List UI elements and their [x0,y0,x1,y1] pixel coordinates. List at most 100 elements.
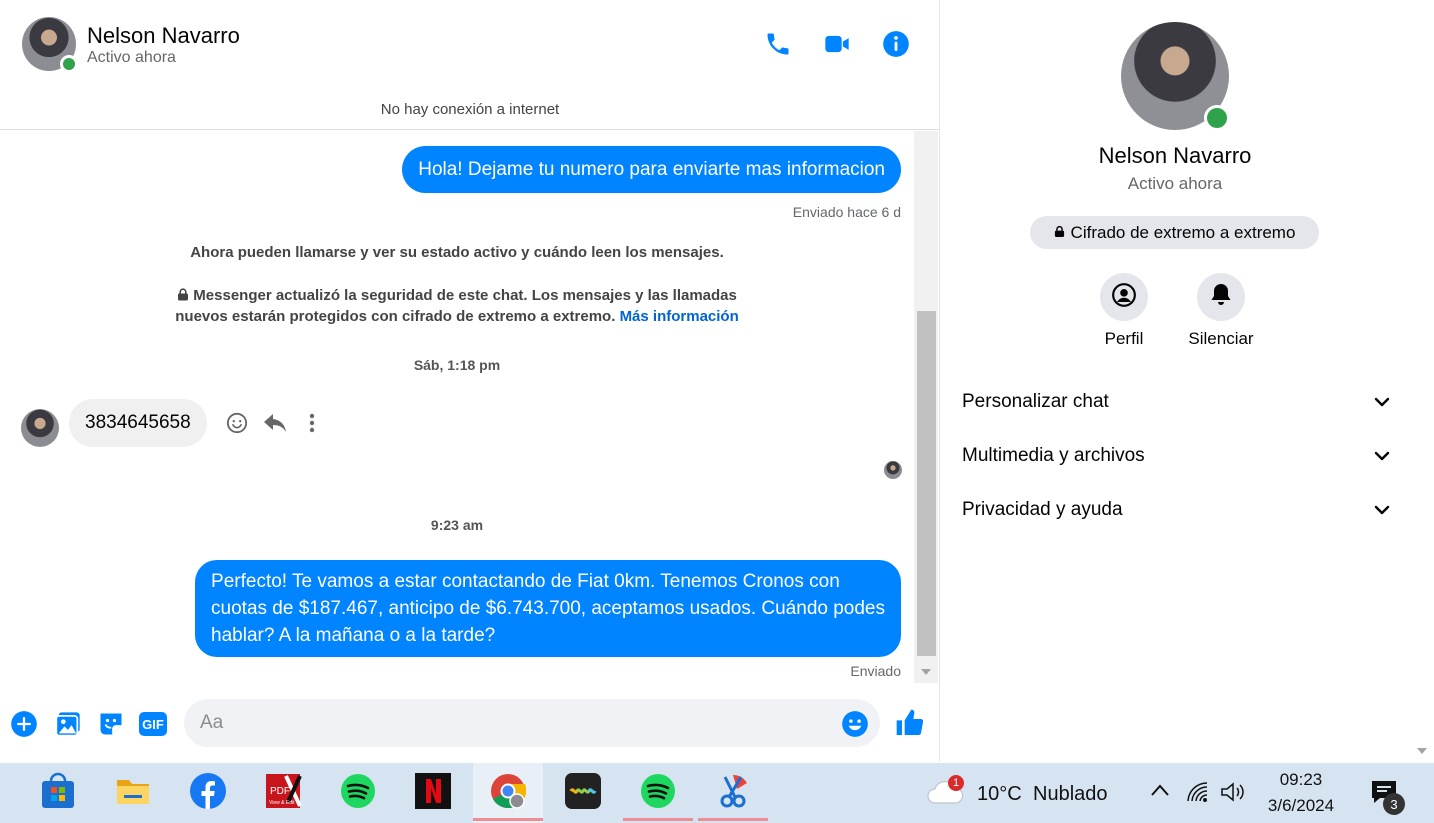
bell-icon [1209,282,1233,313]
chrome-icon [490,773,527,814]
taskbar-netflix[interactable] [398,763,468,823]
taskbar-chrome[interactable] [473,763,543,823]
system-notice-encryption: Messenger actualizó la seguridad de este… [0,285,914,327]
system-notice-text: Messenger actualizó la seguridad de este… [193,287,737,304]
store-icon [39,772,77,815]
taskbar-media-app[interactable] [548,763,618,823]
weather-widget-icon[interactable]: 1 [926,775,966,809]
weather-temp[interactable]: 10°C [977,783,1022,806]
profile-name: Nelson Navarro [1098,143,1252,168]
scroll-down-arrow[interactable] [1417,748,1427,754]
window-scrollbar[interactable] [1409,0,1434,762]
gif-label: GIF [142,717,164,732]
scroll-down-arrow[interactable] [921,669,931,675]
contact-avatar[interactable] [22,17,78,73]
chevron-down-icon [1374,499,1390,521]
spotify-icon [640,773,676,814]
taskbar-spotify[interactable] [323,763,393,823]
section-customize-chat[interactable]: Personalizar chat [962,382,1390,422]
profile-label: Perfil [1104,329,1144,348]
add-icon[interactable] [9,709,39,739]
chevron-down-icon [1374,391,1390,413]
message-line: Perfecto! Te vamos a estar contactando d… [211,571,840,592]
profile-button[interactable] [1100,273,1148,321]
contact-name[interactable]: Nelson Navarro [87,23,240,49]
system-clock[interactable]: 09:23 3/6/2024 [1258,767,1344,819]
cloud-icon [926,780,964,809]
phone-icon[interactable] [762,28,794,60]
section-label: Personalizar chat [962,391,1109,412]
outgoing-message[interactable]: Hola! Dejame tu numero para enviarte mas… [402,146,901,193]
taskbar-file-explorer[interactable] [98,763,168,823]
info-icon[interactable] [880,28,912,60]
encryption-label: Cifrado de extremo a extremo [1070,222,1296,242]
notification-count: 3 [1383,793,1405,815]
section-media-files[interactable]: Multimedia y archivos [962,436,1390,476]
system-notice-text: nuevos estarán protegidos con cifrado de… [175,308,616,325]
active-app-indicator [473,818,543,821]
chevron-up-icon[interactable] [1150,783,1170,802]
gif-icon[interactable]: GIF [138,709,168,739]
section-privacy-help[interactable]: Privacidad y ayuda [962,490,1390,530]
react-emoji-icon[interactable] [225,411,249,435]
video-call-icon[interactable] [821,28,853,60]
more-info-link[interactable]: Más información [620,308,739,325]
message-line: cuotas de $187.467, anticipo de $6.743.7… [211,598,885,619]
lock-icon [177,287,193,304]
timestamp: Sáb, 1:18 pm [413,357,501,373]
taskbar: PDF View & Edit 1 10°C Nublado 09:23 3/6… [0,763,1434,823]
chevron-down-icon [1374,445,1390,467]
clock-time: 09:23 [1279,770,1323,789]
online-indicator [1204,105,1230,131]
profile-avatar[interactable] [1121,22,1230,131]
netflix-icon [415,772,451,814]
mute-label: Silenciar [1188,329,1254,348]
volume-icon[interactable] [1220,781,1246,808]
sender-avatar[interactable] [21,409,59,447]
section-label: Privacidad y ayuda [962,499,1123,520]
sticker-icon[interactable] [96,709,126,739]
facebook-icon [190,772,226,814]
encryption-badge[interactable]: Cifrado de extremo a extremo [1030,216,1319,249]
taskbar-pdf-app[interactable]: PDF View & Edit [248,763,318,823]
incoming-message[interactable]: 3834645658 [69,399,207,447]
folder-icon [115,775,151,812]
message-list: Hola! Dejame tu numero para enviarte mas… [0,131,914,683]
chat-scrollbar[interactable] [914,131,938,683]
mute-button[interactable] [1197,273,1245,321]
notification-center[interactable]: 3 [1370,779,1410,815]
pdf-icon-subtext: View & Edit [269,800,295,806]
section-label: Multimedia y archivos [962,445,1145,466]
emoji-icon[interactable] [840,709,870,739]
contact-status: Activo ahora [87,49,176,66]
more-options-icon[interactable] [300,411,324,435]
weather-desc[interactable]: Nublado [1033,783,1108,806]
scrollbar-thumb[interactable] [917,311,936,656]
lock-icon [1054,223,1065,243]
scissors-icon [715,773,751,814]
taskbar-facebook[interactable] [173,763,243,823]
reply-icon[interactable] [263,411,287,435]
wifi-icon[interactable] [1185,781,1209,808]
message-sent-status: Enviado [850,663,901,679]
waveform-app-icon [565,772,601,814]
open-app-indicator [623,818,693,821]
seen-indicator-avatar [884,461,902,479]
message-sent-status: Enviado hace 6 d [792,204,901,220]
message-input[interactable] [184,699,880,747]
pdf-icon: PDF View & Edit [264,772,302,815]
message-composer: GIF [0,690,940,756]
photo-icon[interactable] [53,709,83,739]
taskbar-snipping-tool[interactable] [698,763,768,823]
timestamp: 9:23 am [430,517,484,533]
connection-notice: No hay conexión a internet [380,101,560,118]
chat-pane: Nelson Navarro Activo ahora No hay conex… [0,0,940,762]
taskbar-store-app[interactable] [23,763,93,823]
outgoing-message[interactable]: Perfecto! Te vamos a estar contactando d… [195,560,901,657]
taskbar-spotify[interactable] [623,763,693,823]
weather-badge: 1 [948,775,964,791]
app-window: Nelson Navarro Activo ahora No hay conex… [0,0,1434,823]
system-notice-activity: Ahora pueden llamarse y ver su estado ac… [190,244,724,261]
like-icon[interactable] [893,706,927,740]
pdf-icon-text: PDF [270,786,290,797]
